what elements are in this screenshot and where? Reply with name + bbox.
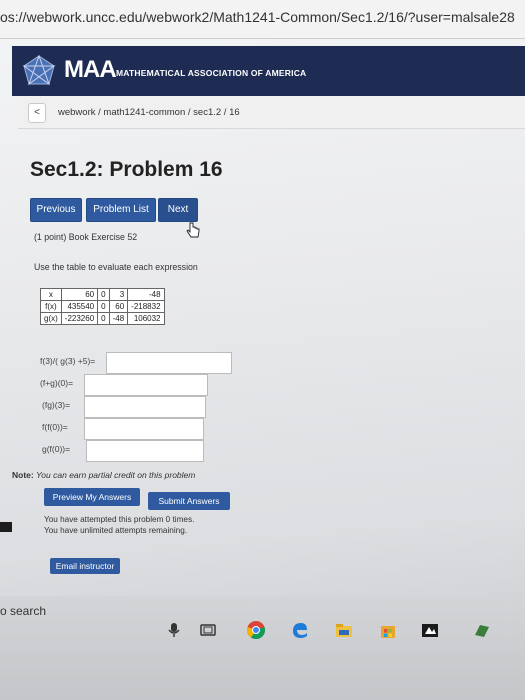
question-label-4: f(f(0))= <box>42 422 68 432</box>
next-button[interactable]: Next <box>158 198 198 222</box>
problem-list-button[interactable]: Problem List <box>86 198 156 222</box>
table-cell: 106032 <box>127 312 165 325</box>
table-cell: 435540 <box>60 300 99 313</box>
question-label-5: g(f(0))= <box>42 444 71 454</box>
page-title: Sec1.2: Problem 16 <box>30 158 223 181</box>
screen: os://webwork.uncc.edu/webwork2/Math1241-… <box>0 0 525 700</box>
problem-points: (1 point) Book Exercise 52 <box>34 232 138 242</box>
question-label-3: (fg)(3)= <box>42 400 71 410</box>
problem-instruction: Use the table to evaluate each expressio… <box>34 262 198 272</box>
taskbar-search[interactable]: o search <box>0 604 46 618</box>
attempts-line-2: You have unlimited attempts remaining. <box>44 526 188 535</box>
maa-org-name: MATHEMATICAL ASSOCIATION OF AMERICA <box>116 68 307 78</box>
table-cell: 0 <box>97 288 110 301</box>
url-text: os://webwork.uncc.edu/webwork2/Math1241-… <box>0 9 515 25</box>
table-cell: 60 <box>60 288 99 301</box>
table-cell: 3 <box>108 288 129 301</box>
table-cell: g(x) <box>40 312 62 325</box>
table-cell: -218832 <box>127 300 165 313</box>
app-icon-2[interactable] <box>472 620 492 640</box>
maa-header: MAA MATHEMATICAL ASSOCIATION OF AMERICA <box>12 46 525 96</box>
screen-edge-mark <box>0 522 12 532</box>
attempts-info: You have attempted this problem 0 times.… <box>44 514 194 536</box>
table-row: f(x) 435540 0 60 -218832 <box>40 300 165 313</box>
table-cell: x <box>40 288 62 301</box>
table-cell: -223260 <box>60 312 99 325</box>
breadcrumb: < webwork / math1241-common / sec1.2 / 1… <box>18 98 525 129</box>
table-cell: 0 <box>97 300 110 313</box>
attempts-line-1: You have attempted this problem 0 times. <box>44 515 195 524</box>
answer-input-2[interactable] <box>84 374 208 396</box>
table-cell: 60 <box>108 300 129 313</box>
breadcrumb-path[interactable]: webwork / math1241-common / sec1.2 / 16 <box>58 107 240 118</box>
question-label-2: (f+g)(0)= <box>40 378 74 388</box>
table-cell: 0 <box>97 312 110 325</box>
partial-credit-note: Note: You can earn partial credit on thi… <box>12 470 195 480</box>
submit-answers-button[interactable]: Submit Answers <box>148 492 230 510</box>
note-text: You can earn partial credit on this prob… <box>36 470 196 480</box>
app-icon[interactable] <box>420 620 440 640</box>
email-instructor-button[interactable]: Email instructor <box>50 558 120 574</box>
microphone-icon[interactable] <box>164 620 184 640</box>
table-row: x 60 0 3 -48 <box>40 288 165 301</box>
previous-button[interactable]: Previous <box>30 198 82 222</box>
answer-input-1[interactable] <box>106 352 232 374</box>
question-label-1: f(3)/( g(3) +5)= <box>40 356 96 366</box>
edge-browser-icon[interactable] <box>290 620 310 640</box>
answer-input-4[interactable] <box>84 418 204 440</box>
preview-answers-button[interactable]: Preview My Answers <box>44 488 140 506</box>
table-cell: -48 <box>127 288 165 301</box>
table-cell: f(x) <box>40 300 62 313</box>
store-icon[interactable] <box>378 620 398 640</box>
values-table: x 60 0 3 -48 f(x) 435540 0 60 -218832 g(… <box>40 288 165 325</box>
maa-logo-icon <box>22 54 56 86</box>
back-button[interactable]: < <box>28 103 46 123</box>
answer-input-5[interactable] <box>86 440 204 462</box>
address-bar[interactable]: os://webwork.uncc.edu/webwork2/Math1241-… <box>0 0 525 39</box>
taskbar: o search <box>0 596 525 700</box>
note-prefix: Note: <box>12 470 34 480</box>
table-cell: -48 <box>108 312 129 325</box>
file-explorer-icon[interactable] <box>334 620 354 640</box>
answer-input-3[interactable] <box>84 396 206 418</box>
chrome-icon[interactable] <box>246 620 266 640</box>
maa-logo-text: MAA <box>64 56 117 83</box>
table-row: g(x) -223260 0 -48 106032 <box>40 312 165 325</box>
task-view-icon[interactable] <box>198 620 218 640</box>
